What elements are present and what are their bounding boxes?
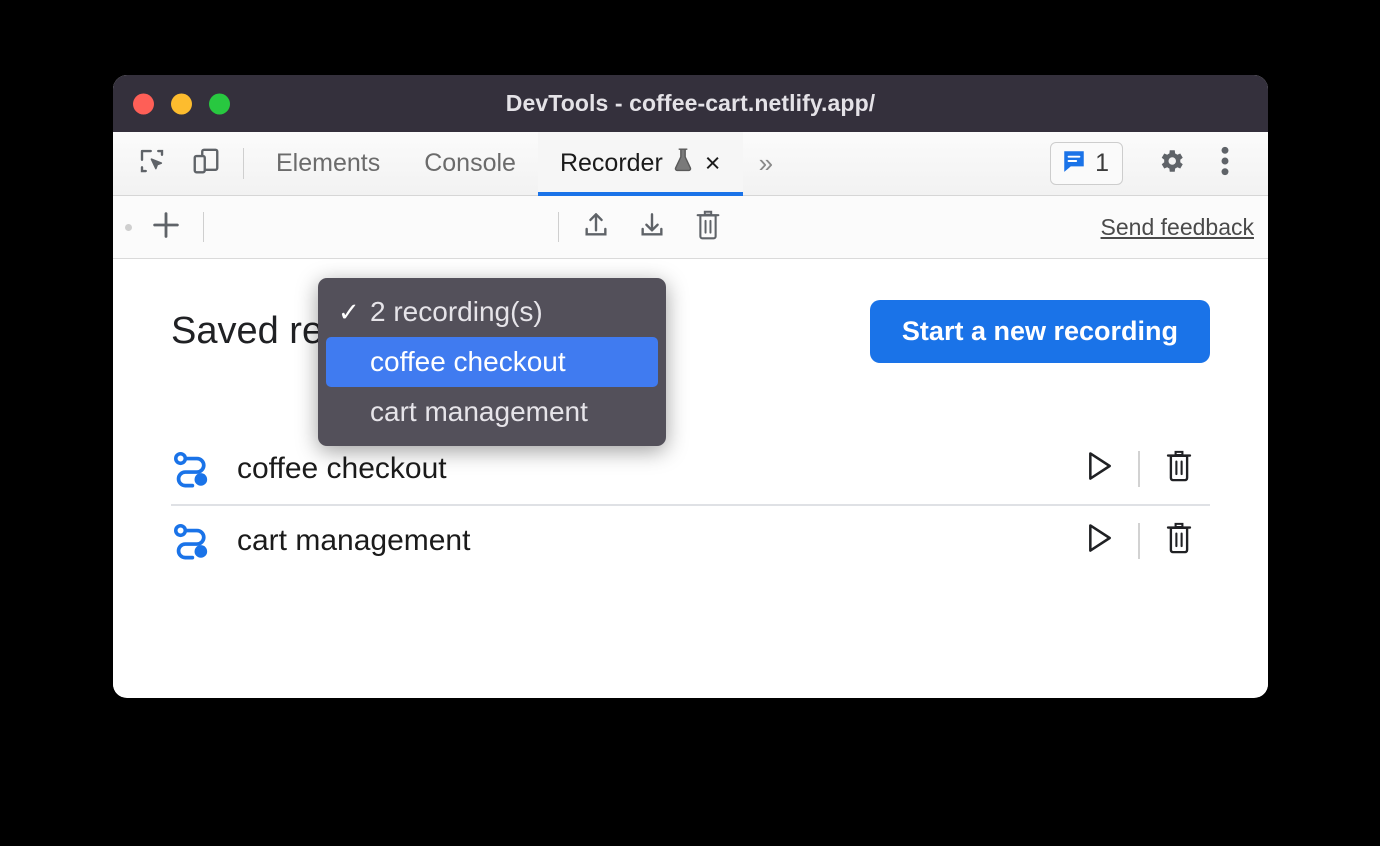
row-action-divider: [1138, 450, 1140, 487]
tab-elements[interactable]: Elements: [254, 132, 402, 195]
maximize-window-button[interactable]: [209, 93, 230, 114]
chevron-double-right-icon: »: [758, 148, 774, 178]
devtools-tabbar: Elements Console Recorder × » 1: [113, 132, 1268, 196]
download-icon: [636, 209, 668, 246]
traffic-light-buttons: [133, 93, 230, 114]
recording-flow-icon: [171, 449, 227, 489]
issues-message-icon: [1061, 148, 1087, 179]
kebab-menu-icon: [1220, 145, 1230, 182]
list-item[interactable]: cart management: [171, 504, 1210, 575]
gear-icon: [1156, 146, 1186, 181]
minimize-window-button[interactable]: [171, 93, 192, 114]
send-feedback-link[interactable]: Send feedback: [1101, 214, 1254, 241]
tab-console[interactable]: Console: [402, 132, 538, 195]
dropdown-item-label: cart management: [370, 396, 588, 427]
settings-button[interactable]: [1144, 146, 1198, 181]
close-tab-icon[interactable]: ×: [705, 150, 721, 177]
more-tabs-button[interactable]: »: [743, 132, 789, 195]
dropdown-item-label: coffee checkout: [370, 346, 566, 377]
recordings-selector-spacer-4: [437, 199, 493, 255]
tabbar-right-controls: 1: [1050, 132, 1268, 195]
replay-recording-button[interactable]: [1068, 513, 1130, 569]
more-options-button[interactable]: [1198, 145, 1252, 182]
dropdown-item-cart-management[interactable]: cart management: [326, 387, 658, 437]
import-recording-button[interactable]: [568, 199, 624, 255]
plus-icon: [149, 208, 183, 247]
delete-row-button[interactable]: [1148, 513, 1210, 569]
export-recording-button[interactable]: [624, 199, 680, 255]
dropdown-item-label: 2 recording(s): [370, 296, 543, 327]
check-icon: ✓: [338, 296, 360, 327]
tab-label: Recorder: [559, 149, 663, 177]
row-actions: [1068, 513, 1210, 569]
recording-name: cart management: [237, 523, 471, 557]
recorder-toolbar-divider-2: [558, 212, 559, 242]
inspect-element-icon: [137, 146, 167, 181]
toolbar-status-dot: [125, 223, 132, 231]
issues-counter-button[interactable]: 1: [1050, 142, 1123, 185]
window-title: DevTools - coffee-cart.netlify.app/: [505, 90, 876, 116]
delete-recording-button[interactable]: [680, 199, 736, 255]
recordings-selector-spacer-5: [493, 199, 549, 255]
recording-flow-icon: [171, 521, 227, 561]
play-icon: [1084, 450, 1114, 487]
start-new-recording-button[interactable]: Start a new recording: [869, 299, 1210, 363]
tab-label: Console: [424, 149, 516, 177]
devtools-window: DevTools - coffee-cart.netlify.app/ Elem…: [113, 75, 1268, 698]
dropdown-item-coffee-checkout[interactable]: coffee checkout: [326, 337, 658, 387]
close-window-button[interactable]: [133, 93, 154, 114]
device-toolbar-button[interactable]: [179, 132, 233, 195]
recording-name: coffee checkout: [237, 451, 447, 485]
trash-icon: [1163, 449, 1195, 488]
issues-count: 1: [1095, 149, 1109, 177]
tab-recorder[interactable]: Recorder ×: [537, 132, 743, 196]
recordings-selector-button[interactable]: [213, 199, 269, 255]
trash-icon: [1163, 521, 1195, 560]
device-toolbar-icon: [191, 146, 221, 181]
tabbar-divider: [243, 148, 244, 179]
experiment-flask-icon: [672, 147, 694, 180]
inspect-element-button[interactable]: [125, 132, 179, 195]
recordings-dropdown-menu[interactable]: ✓ 2 recording(s) coffee checkout cart ma…: [318, 278, 666, 446]
dropdown-item-count[interactable]: ✓ 2 recording(s): [326, 287, 658, 337]
row-action-divider: [1138, 522, 1140, 559]
trash-icon: [693, 209, 723, 246]
replay-recording-button[interactable]: [1068, 441, 1130, 497]
recordings-selector-spacer: [269, 199, 325, 255]
add-recording-button[interactable]: [138, 199, 194, 255]
play-icon: [1084, 522, 1114, 559]
saved-recordings-list: coffee checkout cart management: [171, 433, 1210, 575]
recordings-selector-spacer-2: [325, 199, 381, 255]
upload-icon: [580, 209, 612, 246]
delete-row-button[interactable]: [1148, 441, 1210, 497]
recordings-selector-spacer-3: [381, 199, 437, 255]
row-actions: [1068, 441, 1210, 497]
tab-label: Elements: [276, 149, 381, 177]
recorder-toolbar: Send feedback: [113, 196, 1268, 259]
recorder-toolbar-divider-1: [203, 212, 204, 242]
window-titlebar: DevTools - coffee-cart.netlify.app/: [113, 75, 1268, 132]
recorder-main-panel: Saved recordings Start a new recording c…: [113, 259, 1268, 697]
